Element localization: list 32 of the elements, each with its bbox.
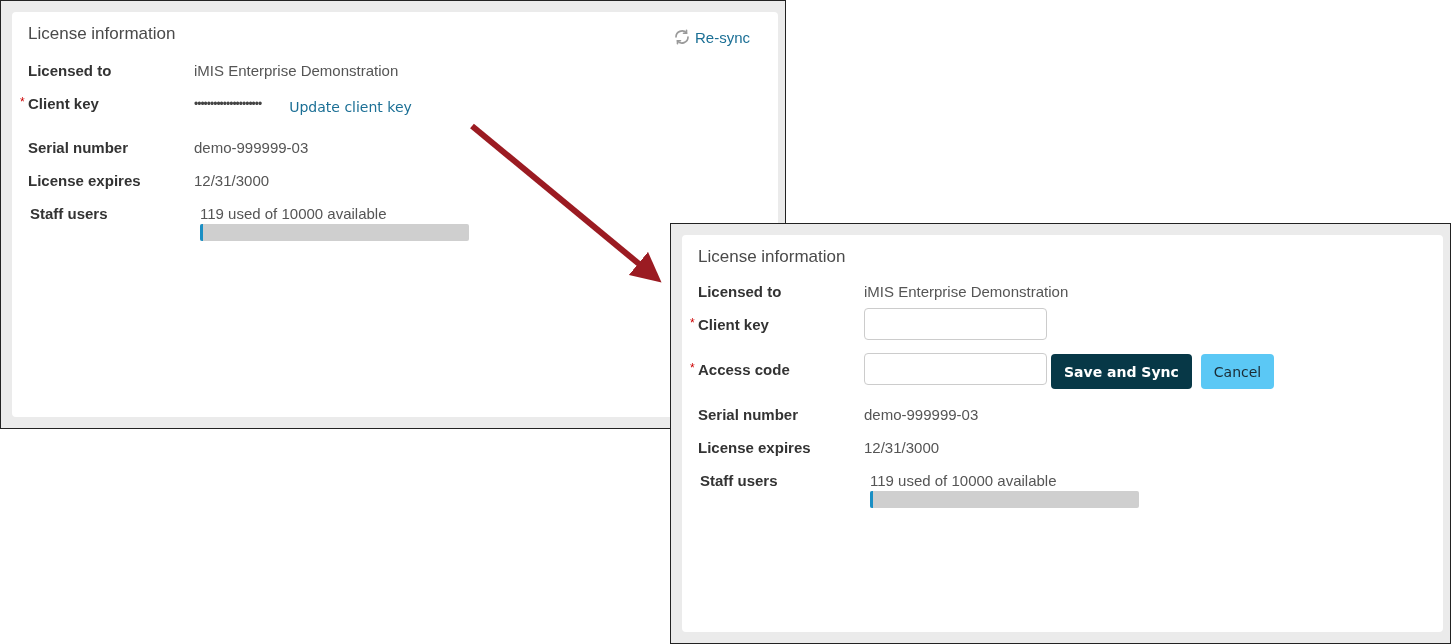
field-label: Serial number xyxy=(28,139,129,156)
masked-key: ••••••••••••••••••••• xyxy=(194,97,262,111)
field-value: demo-999999-03 xyxy=(864,406,980,423)
field-label: Access code xyxy=(698,361,790,378)
save-button[interactable]: Save and Sync xyxy=(1051,354,1192,389)
update-key-link[interactable]: Update client key xyxy=(289,99,412,115)
field-value: iMIS Enterprise Demonstration xyxy=(194,62,400,79)
field-label: Staff users xyxy=(700,472,778,489)
field-label: License expires xyxy=(698,439,811,456)
required-mark: * xyxy=(20,95,25,109)
field-value: 12/31/3000 xyxy=(194,172,271,189)
usage-text: 119 used of 10000 available xyxy=(870,472,1058,489)
resync-link[interactable]: Re-sync xyxy=(673,28,750,46)
card-title: License information xyxy=(28,24,176,44)
input-field[interactable] xyxy=(864,308,1047,340)
field-label: Licensed to xyxy=(28,62,112,79)
refresh-icon xyxy=(673,28,691,46)
field-label: Client key xyxy=(698,316,769,333)
required-mark: * xyxy=(690,361,695,375)
field-label: Licensed to xyxy=(698,283,782,300)
required-mark: * xyxy=(690,316,695,330)
cancel-button[interactable]: Cancel xyxy=(1200,354,1275,389)
usage-text: 119 used of 10000 available xyxy=(200,205,388,222)
field-value: 12/31/3000 xyxy=(864,439,941,456)
field-label: Client key xyxy=(28,95,99,112)
field-label: Serial number xyxy=(698,406,799,423)
field-value: iMIS Enterprise Demonstration xyxy=(864,283,1070,300)
field-value: demo-999999-03 xyxy=(194,139,310,156)
card-title: License information xyxy=(698,247,846,267)
field-label: License expires xyxy=(28,172,141,189)
field-label: Staff users xyxy=(30,205,108,222)
input-field[interactable] xyxy=(864,353,1047,385)
